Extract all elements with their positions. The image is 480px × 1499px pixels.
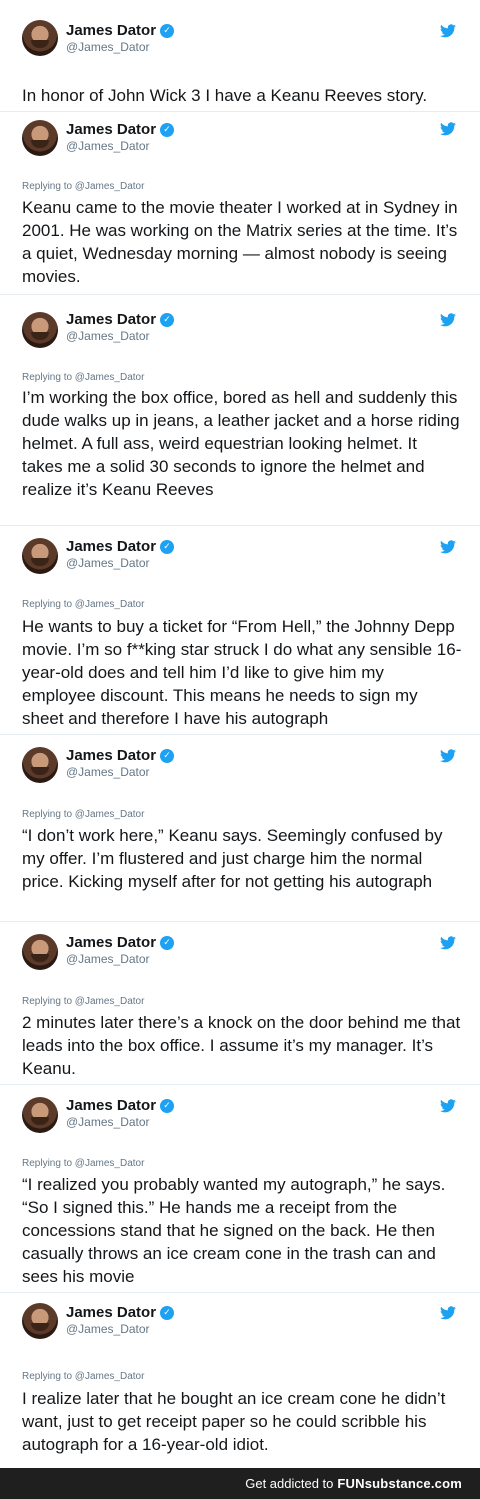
author-name-text: James Dator: [66, 747, 157, 764]
author-name[interactable]: James Dator ✓: [66, 121, 175, 138]
author-name[interactable]: James Dator ✓: [66, 538, 175, 555]
replying-to[interactable]: Replying to @James_Dator: [22, 181, 144, 192]
tweet-3[interactable]: James Dator ✓ @James_Dator Replying to @…: [0, 295, 480, 525]
avatar[interactable]: [22, 312, 58, 348]
author-handle[interactable]: @James_Dator: [66, 40, 150, 54]
tweet-text: I realize later that he bought an ice cr…: [22, 1389, 446, 1454]
verified-badge-icon: ✓: [160, 312, 175, 327]
twitter-bird-icon: [440, 540, 456, 554]
brand-fun: FUN: [337, 1476, 365, 1491]
replying-to[interactable]: Replying to @James_Dator: [22, 599, 144, 610]
brand-substance: substance: [364, 1476, 431, 1491]
tweet-text: “I don’t work here,” Keanu says. Seeming…: [22, 826, 443, 891]
replying-to[interactable]: Replying to @James_Dator: [22, 372, 144, 383]
replying-to[interactable]: Replying to @James_Dator: [22, 1371, 144, 1382]
twitter-bird-icon: [440, 1306, 456, 1320]
tweet-1[interactable]: James Dator ✓ @James_Dator In honor of J…: [0, 0, 480, 111]
avatar[interactable]: [22, 1303, 58, 1339]
author-name-text: James Dator: [66, 121, 157, 138]
author-handle[interactable]: @James_Dator: [66, 1322, 150, 1336]
avatar[interactable]: [22, 120, 58, 156]
twitter-bird-icon: [440, 313, 456, 327]
twitter-bird-icon: [440, 936, 456, 950]
replying-to[interactable]: Replying to @James_Dator: [22, 1158, 144, 1169]
footer-tagline: Get addicted to: [245, 1476, 334, 1491]
tweet-5[interactable]: James Dator ✓ @James_Dator Replying to @…: [0, 735, 480, 921]
brand-domain: .com: [430, 1476, 462, 1491]
verified-badge-icon: ✓: [160, 23, 175, 38]
author-handle[interactable]: @James_Dator: [66, 556, 150, 570]
author-handle[interactable]: @James_Dator: [66, 139, 150, 153]
author-handle[interactable]: @James_Dator: [66, 329, 150, 343]
verified-badge-icon: ✓: [160, 748, 175, 763]
avatar[interactable]: [22, 538, 58, 574]
tweet-text: He wants to buy a ticket for “From Hell,…: [22, 617, 462, 728]
author-name[interactable]: James Dator ✓: [66, 747, 175, 764]
author-name-text: James Dator: [66, 22, 157, 39]
author-handle[interactable]: @James_Dator: [66, 1115, 150, 1129]
twitter-bird-icon: [440, 749, 456, 763]
tweet-2[interactable]: James Dator ✓ @James_Dator Replying to @…: [0, 112, 480, 294]
author-name[interactable]: James Dator ✓: [66, 311, 175, 328]
author-handle[interactable]: @James_Dator: [66, 765, 150, 779]
twitter-bird-icon: [440, 1099, 456, 1113]
tweet-8[interactable]: James Dator ✓ @James_Dator Replying to @…: [0, 1293, 480, 1468]
author-name-text: James Dator: [66, 934, 157, 951]
tweet-text: In honor of John Wick 3 I have a Keanu R…: [22, 86, 428, 105]
twitter-bird-icon: [440, 122, 456, 136]
avatar[interactable]: [22, 1097, 58, 1133]
verified-badge-icon: ✓: [160, 935, 175, 950]
avatar[interactable]: [22, 747, 58, 783]
author-name-text: James Dator: [66, 1097, 157, 1114]
author-name[interactable]: James Dator ✓: [66, 934, 175, 951]
verified-badge-icon: ✓: [160, 122, 175, 137]
verified-badge-icon: ✓: [160, 1098, 175, 1113]
watermark-footer: Get addicted to FUNsubstance.com: [0, 1468, 480, 1499]
footer-brand[interactable]: FUNsubstance.com: [337, 1476, 462, 1491]
replying-to[interactable]: Replying to @James_Dator: [22, 996, 144, 1007]
avatar[interactable]: [22, 20, 58, 56]
author-name[interactable]: James Dator ✓: [66, 1097, 175, 1114]
author-name-text: James Dator: [66, 311, 157, 328]
tweet-text: Keanu came to the movie theater I worked…: [22, 198, 458, 286]
verified-badge-icon: ✓: [160, 1305, 175, 1320]
author-handle[interactable]: @James_Dator: [66, 952, 150, 966]
author-name[interactable]: James Dator ✓: [66, 1304, 175, 1321]
tweet-text: I’m working the box office, bored as hel…: [22, 388, 460, 499]
avatar[interactable]: [22, 934, 58, 970]
tweet-7[interactable]: James Dator ✓ @James_Dator Replying to @…: [0, 1085, 480, 1292]
tweet-text: 2 minutes later there’s a knock on the d…: [22, 1013, 461, 1078]
author-name-text: James Dator: [66, 538, 157, 555]
twitter-bird-icon: [440, 24, 456, 38]
tweet-6[interactable]: James Dator ✓ @James_Dator Replying to @…: [0, 922, 480, 1084]
tweet-text: “I realized you probably wanted my autog…: [22, 1175, 446, 1286]
author-name-text: James Dator: [66, 1304, 157, 1321]
verified-badge-icon: ✓: [160, 539, 175, 554]
author-name[interactable]: James Dator ✓: [66, 22, 175, 39]
replying-to[interactable]: Replying to @James_Dator: [22, 809, 144, 820]
tweet-4[interactable]: James Dator ✓ @James_Dator Replying to @…: [0, 526, 480, 734]
